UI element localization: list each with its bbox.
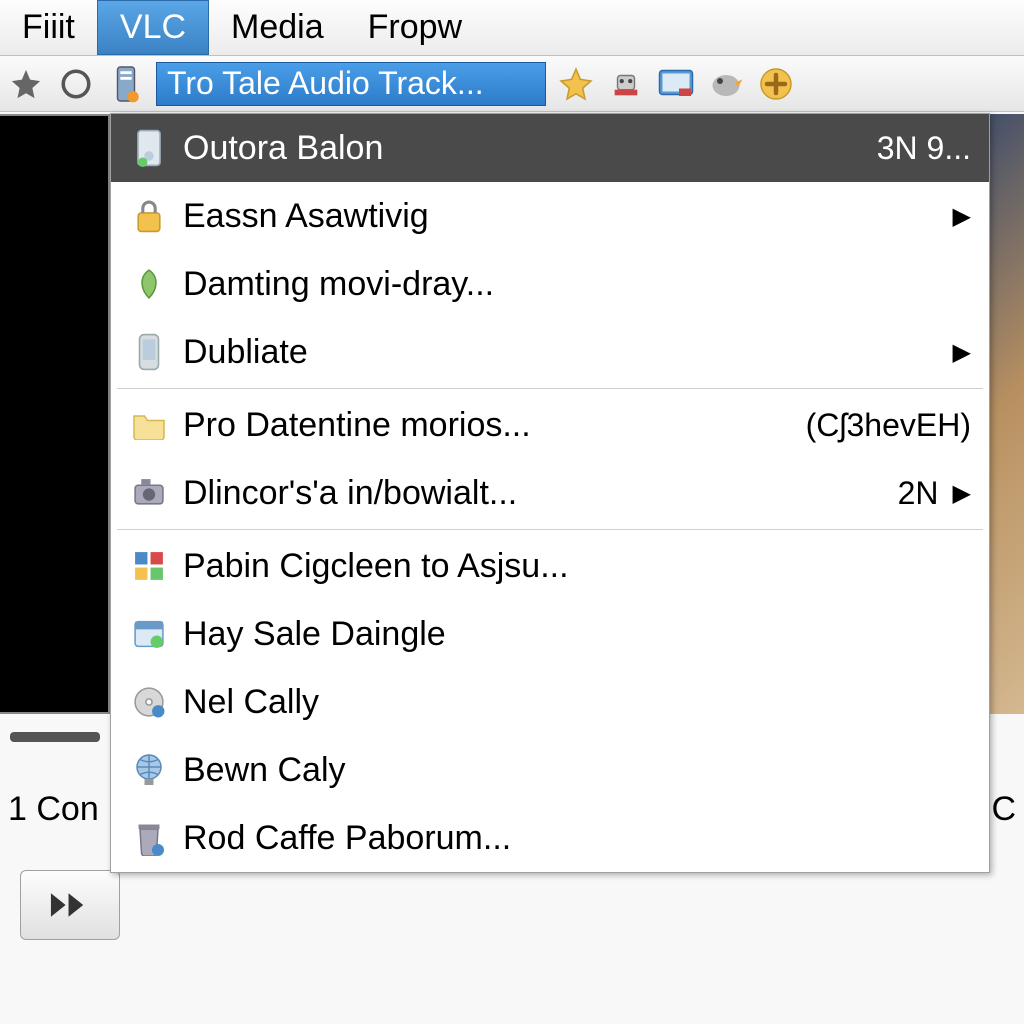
favorite-star-icon[interactable] xyxy=(556,64,596,104)
bottom-status-left: 1 Con xyxy=(8,790,99,829)
menu-item-pabin-cigcleen[interactable]: Pabin Cigcleen to Asjsu... xyxy=(111,532,989,600)
menu-item-shortcut: (Cʃ3hevEH) xyxy=(806,407,971,444)
submenu-arrow-icon: ▶ xyxy=(953,338,971,367)
menu-item-label: Bewn Caly xyxy=(183,751,971,790)
vlc-dropdown-menu: Outora Balon 3N 9... Eassn Asawtivig ▶ D… xyxy=(110,113,990,873)
toolbar-highlighted-field[interactable]: Tro Tale Audio Track... xyxy=(156,62,546,106)
submenu-arrow-icon: ▶ xyxy=(953,202,971,231)
menubar: Fiiit VLC Media Fropw xyxy=(0,0,1024,56)
menu-item-dlincorsa-in-bowialt[interactable]: Dlincor's'a in/bowialt... 2N ▶ xyxy=(111,459,989,527)
trash-icon xyxy=(129,818,169,858)
menu-item-hay-sale-daingle[interactable]: Hay Sale Daingle xyxy=(111,600,989,668)
menu-fiiit[interactable]: Fiiit xyxy=(0,0,97,55)
window-icon xyxy=(129,614,169,654)
menu-item-label: Eassn Asawtivig xyxy=(183,197,939,236)
menu-item-label: Pabin Cigcleen to Asjsu... xyxy=(183,547,971,586)
server-icon[interactable] xyxy=(106,64,146,104)
menu-item-eassn-asawtivig[interactable]: Eassn Asawtivig ▶ xyxy=(111,182,989,250)
app-window: Fiiit VLC Media Fropw Tro Tale Audio Tra… xyxy=(0,0,1024,1024)
fast-forward-icon xyxy=(48,890,92,920)
menu-separator xyxy=(117,529,983,530)
lock-icon xyxy=(129,196,169,236)
menu-item-pro-datentine-morios[interactable]: Pro Datentine morios... (Cʃ3hevEH) xyxy=(111,391,989,459)
menu-separator xyxy=(117,388,983,389)
star-icon[interactable] xyxy=(6,64,46,104)
menu-item-label: Damting movi-dray... xyxy=(183,265,971,304)
submenu-arrow-icon: ▶ xyxy=(953,479,971,508)
camera-icon xyxy=(129,473,169,513)
video-viewport[interactable] xyxy=(0,114,110,714)
circle-icon[interactable] xyxy=(56,64,96,104)
toolbar-highlighted-label: Tro Tale Audio Track... xyxy=(167,65,484,102)
leaf-icon xyxy=(129,264,169,304)
phone-icon xyxy=(129,332,169,372)
plus-circle-icon[interactable] xyxy=(756,64,796,104)
menu-item-label: Outora Balon xyxy=(183,129,863,168)
menu-item-bewn-caly[interactable]: Bewn Caly xyxy=(111,736,989,804)
menu-item-label: Dlincor's'a in/bowialt... xyxy=(183,474,884,513)
menu-item-label: Nel Cally xyxy=(183,683,971,722)
menu-fropw[interactable]: Fropw xyxy=(346,0,484,55)
robot-icon[interactable] xyxy=(606,64,646,104)
disc-icon xyxy=(129,682,169,722)
progress-indicator[interactable] xyxy=(10,732,100,742)
menu-item-shortcut: 3N 9... xyxy=(877,130,971,167)
menu-item-label: Rod Caffe Paborum... xyxy=(183,819,971,858)
menu-media[interactable]: Media xyxy=(209,0,346,55)
menu-item-rod-caffe-paborum[interactable]: Rod Caffe Paborum... xyxy=(111,804,989,872)
fast-forward-button[interactable] xyxy=(20,870,120,940)
menu-item-label: Dubliate xyxy=(183,333,939,372)
menu-item-label: Hay Sale Daingle xyxy=(183,615,971,654)
folder-icon xyxy=(129,405,169,445)
globe-icon xyxy=(129,750,169,790)
device-icon xyxy=(129,128,169,168)
screen-icon[interactable] xyxy=(656,64,696,104)
menu-item-nel-cally[interactable]: Nel Cally xyxy=(111,668,989,736)
bird-icon[interactable] xyxy=(706,64,746,104)
menu-item-dubliate[interactable]: Dubliate ▶ xyxy=(111,318,989,386)
menu-item-label: Pro Datentine morios... xyxy=(183,406,792,445)
menu-item-outora-balon[interactable]: Outora Balon 3N 9... xyxy=(111,114,989,182)
menu-item-damting-movi-dray[interactable]: Damting movi-dray... xyxy=(111,250,989,318)
tiles-icon xyxy=(129,546,169,586)
menu-item-shortcut: 2N xyxy=(898,475,939,512)
menu-vlc[interactable]: VLC xyxy=(97,0,209,55)
toolbar: Tro Tale Audio Track... xyxy=(0,56,1024,112)
